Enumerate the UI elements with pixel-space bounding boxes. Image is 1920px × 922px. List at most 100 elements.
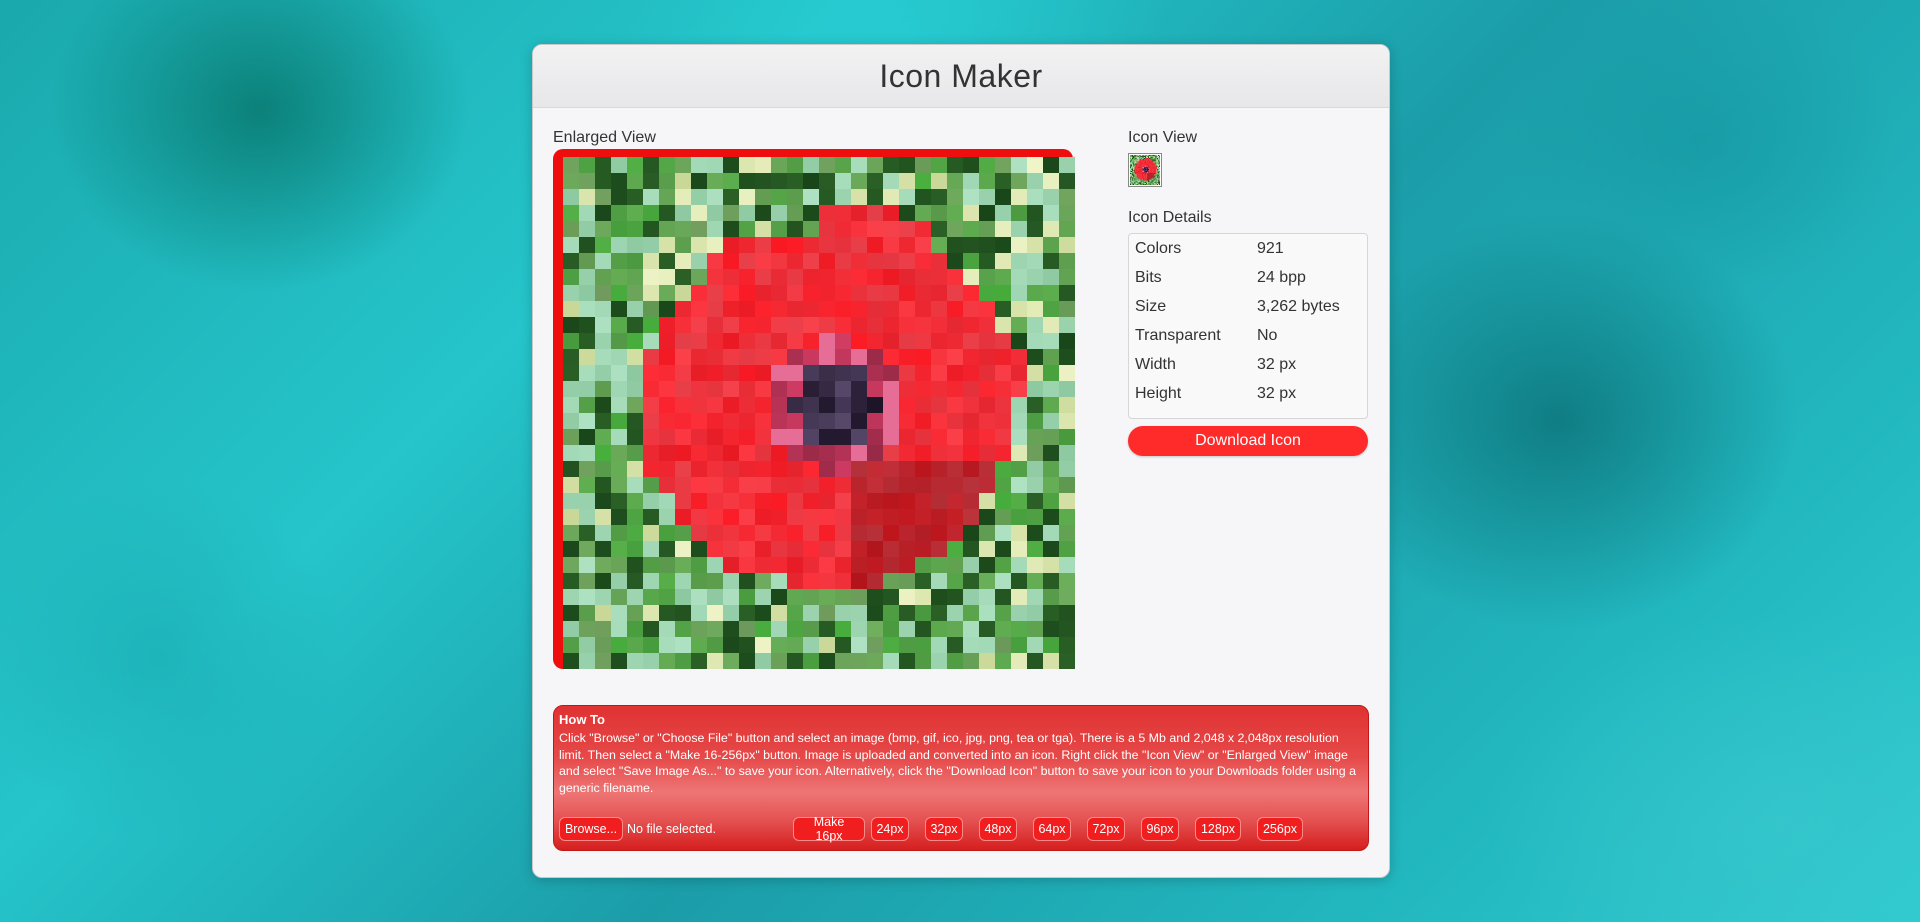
icon-pixel	[1148, 184, 1150, 185]
icon-view-image[interactable]	[1128, 153, 1162, 187]
icon-pixel	[883, 653, 899, 669]
icon-pixel	[771, 381, 787, 397]
icon-pixel	[1158, 170, 1160, 171]
icon-pixel	[771, 445, 787, 461]
icon-pixel	[899, 621, 915, 637]
browse-button[interactable]: Browse...	[559, 817, 623, 841]
icon-pixel	[931, 381, 947, 397]
icon-pixel	[1043, 493, 1059, 509]
icon-pixel	[1144, 179, 1145, 181]
icon-pixel	[1153, 182, 1155, 184]
icon-pixel	[643, 525, 659, 541]
icon-pixel	[1144, 176, 1145, 178]
icon-pixel	[819, 189, 835, 205]
icon-pixel	[1132, 171, 1134, 173]
icon-pixel	[1141, 178, 1143, 180]
icon-pixel	[1147, 178, 1149, 180]
icon-pixel	[675, 285, 691, 301]
icon-pixel	[1130, 170, 1131, 171]
icon-pixel	[1134, 184, 1136, 185]
icon-pixel	[627, 397, 643, 413]
icon-pixel	[1059, 397, 1075, 413]
icon-pixel	[1146, 164, 1148, 166]
icon-pixel	[787, 397, 803, 413]
icon-pixel	[1146, 172, 1148, 174]
make-72px-button[interactable]: 72px	[1087, 817, 1125, 841]
icon-pixel	[1139, 177, 1141, 179]
icon-pixel	[1159, 156, 1160, 158]
icon-pixel	[1130, 173, 1132, 175]
icon-pixel	[995, 413, 1011, 429]
icon-pixel	[931, 477, 947, 493]
make-96px-button[interactable]: 96px	[1141, 817, 1179, 841]
make-48px-button[interactable]: 48px	[979, 817, 1017, 841]
download-icon-button[interactable]: Download Icon	[1128, 426, 1368, 456]
make-128px-button[interactable]: 128px	[1195, 817, 1241, 841]
icon-pixel	[563, 413, 579, 429]
icon-pixel	[1059, 477, 1075, 493]
icon-pixel	[771, 429, 787, 445]
icon-pixel	[1135, 178, 1137, 180]
icon-pixel	[1134, 163, 1136, 165]
icon-pixel	[1148, 177, 1150, 179]
icon-pixel	[579, 253, 595, 269]
icon-pixel	[627, 637, 643, 653]
icon-pixel	[803, 653, 819, 669]
icon-pixel	[947, 509, 963, 525]
icon-pixel	[1131, 182, 1133, 184]
icon-pixel	[659, 509, 675, 525]
icon-pixel	[1148, 169, 1150, 170]
icon-pixel	[899, 173, 915, 189]
icon-pixel	[1144, 162, 1145, 164]
make-24px-button[interactable]: 24px	[871, 817, 909, 841]
icon-pixel	[979, 653, 995, 669]
icon-pixel	[1027, 589, 1043, 605]
icon-pixel	[1148, 175, 1150, 177]
make-64px-button[interactable]: 64px	[1033, 817, 1071, 841]
icon-pixel	[1141, 183, 1143, 185]
icon-pixel	[1147, 171, 1149, 173]
icon-pixel	[1150, 167, 1152, 169]
make-32px-button[interactable]: 32px	[925, 817, 963, 841]
icon-pixel	[1131, 168, 1133, 170]
icon-pixel	[1146, 155, 1148, 156]
icon-pixel	[883, 621, 899, 637]
icon-pixel	[1158, 172, 1160, 174]
icon-pixel	[771, 461, 787, 477]
make-256px-button[interactable]: 256px	[1257, 817, 1303, 841]
icon-pixel	[643, 365, 659, 381]
icon-pixel	[803, 509, 819, 525]
icon-pixel	[1151, 166, 1153, 168]
icon-pixel	[1153, 170, 1155, 172]
icon-pixel	[1155, 161, 1157, 163]
icon-pixel	[1154, 159, 1156, 161]
icon-pixel	[787, 493, 803, 509]
icon-pixel	[1148, 176, 1150, 178]
enlarged-view-frame[interactable]	[553, 149, 1075, 669]
icon-pixel	[1027, 509, 1043, 525]
icon-pixel	[1131, 164, 1133, 166]
icon-pixel	[1142, 170, 1144, 171]
icon-pixel	[723, 397, 739, 413]
icon-pixel	[851, 189, 867, 205]
icon-pixel	[1140, 155, 1142, 156]
enlarged-view-image[interactable]	[563, 157, 1075, 669]
icon-pixel	[1131, 167, 1133, 169]
icon-pixel	[1151, 183, 1153, 185]
icon-pixel	[659, 461, 675, 477]
icon-pixel	[1147, 155, 1149, 157]
icon-pixel	[1130, 176, 1132, 178]
icon-pixel	[835, 317, 851, 333]
icon-pixel	[1137, 170, 1139, 171]
icon-pixel	[691, 189, 707, 205]
icon-pixel	[627, 541, 643, 557]
icon-pixel	[835, 653, 851, 669]
icon-pixel	[1059, 573, 1075, 589]
icon-pixel	[1158, 155, 1160, 157]
icon-pixel	[1141, 163, 1143, 165]
icon-pixel	[883, 221, 899, 237]
icon-pixel	[611, 237, 627, 253]
make-16px-button[interactable]: Make 16px	[793, 815, 865, 843]
icon-pixel	[563, 621, 579, 637]
icon-pixel	[1153, 159, 1155, 161]
